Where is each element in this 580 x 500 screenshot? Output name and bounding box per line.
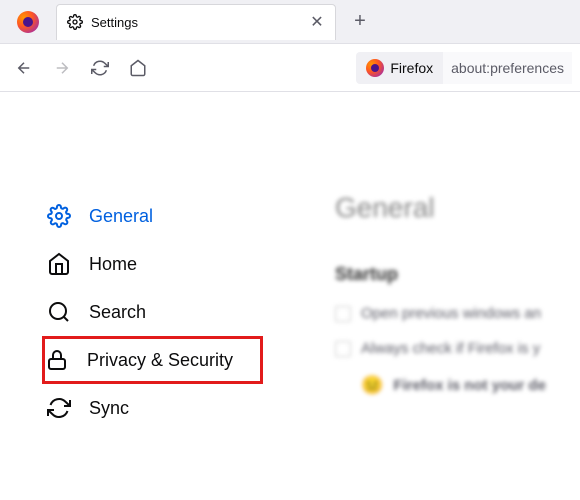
sync-icon [47, 396, 71, 420]
new-tab-button[interactable]: + [346, 8, 374, 36]
settings-sidebar: General Home Search Privacy & Security [0, 92, 295, 500]
site-identity[interactable]: Firefox [356, 52, 443, 84]
neutral-face-icon: 😐 [361, 375, 383, 396]
sidebar-item-search[interactable]: Search [45, 288, 260, 336]
address-bar[interactable]: Firefox about:preferences [356, 50, 572, 86]
checkbox-icon[interactable] [335, 306, 351, 322]
reload-button[interactable] [84, 52, 116, 84]
toolbar: Firefox about:preferences [0, 44, 580, 92]
checkbox-row[interactable]: Open previous windows an [335, 305, 580, 322]
sidebar-item-privacy-security[interactable]: Privacy & Security [42, 336, 263, 384]
home-icon [47, 252, 71, 276]
search-icon [47, 300, 71, 324]
sidebar-item-label: Privacy & Security [87, 350, 233, 371]
gear-icon [47, 204, 71, 228]
close-icon[interactable]: ✕ [309, 14, 325, 30]
main-panel: General Startup Open previous windows an… [295, 92, 580, 500]
sidebar-item-label: Sync [89, 398, 129, 419]
gear-icon [67, 14, 83, 30]
url-text: about:preferences [443, 52, 572, 84]
identity-label: Firefox [390, 60, 433, 76]
sidebar-item-sync[interactable]: Sync [45, 384, 260, 432]
forward-button[interactable] [46, 52, 78, 84]
sidebar-item-label: General [89, 206, 153, 227]
status-text: Firefox is not your de [393, 377, 546, 394]
sidebar-item-label: Home [89, 254, 137, 275]
sidebar-item-home[interactable]: Home [45, 240, 260, 288]
tab-strip: Settings ✕ + [0, 0, 580, 44]
checkbox-label: Always check if Firefox is y [361, 340, 540, 357]
checkbox-row[interactable]: Always check if Firefox is y [335, 340, 580, 357]
sidebar-item-label: Search [89, 302, 146, 323]
checkbox-icon[interactable] [335, 341, 351, 357]
app-icon [8, 11, 48, 33]
section-heading: Startup [335, 264, 580, 285]
firefox-logo-icon [366, 59, 384, 77]
tab-label: Settings [91, 15, 309, 30]
browser-tab[interactable]: Settings ✕ [56, 4, 336, 40]
sidebar-item-general[interactable]: General [45, 192, 260, 240]
content-area: General Home Search Privacy & Security [0, 92, 580, 500]
home-button[interactable] [122, 52, 154, 84]
back-button[interactable] [8, 52, 40, 84]
default-browser-status: 😐 Firefox is not your de [361, 375, 580, 396]
checkbox-label: Open previous windows an [361, 305, 541, 322]
lock-icon [45, 348, 69, 372]
page-heading: General [335, 192, 580, 224]
firefox-logo-icon [17, 11, 39, 33]
